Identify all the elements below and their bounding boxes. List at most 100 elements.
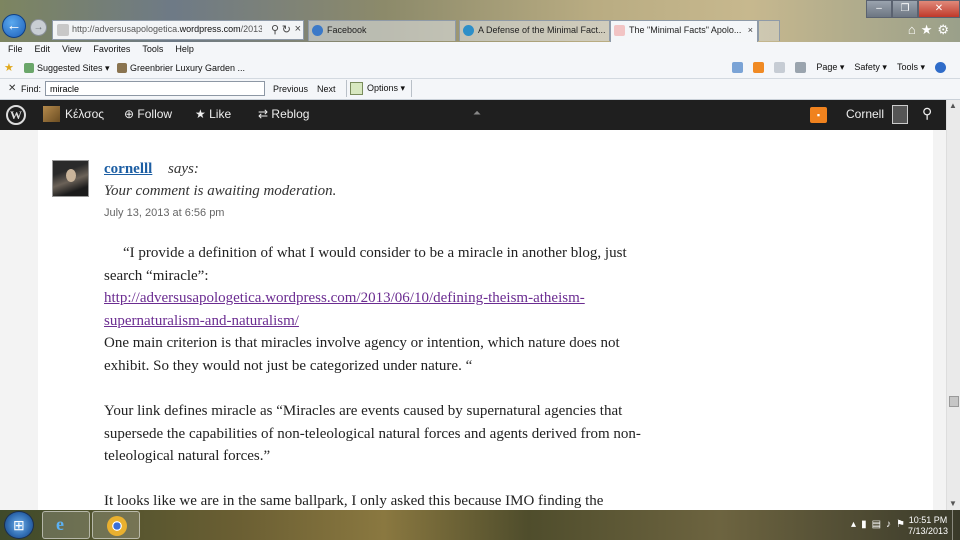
menu-help[interactable]: Help xyxy=(175,42,194,57)
clock-time: 10:51 PM xyxy=(908,515,948,525)
command-bar: Page ▾ Safety ▾ Tools ▾ xyxy=(722,62,946,73)
comment-paragraph: “I provide a definition of what I would … xyxy=(104,245,627,374)
commenter-avatar[interactable] xyxy=(52,160,89,197)
wordpress-admin-bar: W Κέλσος ⊕ Follow ★ Like ⇄ Reblog ⏶ ▪ Co… xyxy=(0,100,946,130)
page-content: cornelll says: Your comment is awaiting … xyxy=(0,130,946,510)
start-button[interactable]: ⊞ xyxy=(4,511,34,539)
feeds-icon[interactable] xyxy=(753,62,765,73)
comment-author-link[interactable]: cornelll xyxy=(104,161,152,178)
tools-menu[interactable]: Tools ▾ xyxy=(897,62,925,73)
collapse-bar-icon[interactable]: ⏶ xyxy=(473,108,481,119)
find-previous-button[interactable]: Previous xyxy=(273,84,308,94)
comment-date-link[interactable]: July 13, 2013 at 6:56 pm xyxy=(104,207,224,219)
tab-label: Facebook xyxy=(327,25,367,35)
favorites-star-icon[interactable]: ★ xyxy=(921,22,938,37)
tray-expand-icon[interactable]: ▴ xyxy=(851,519,861,530)
new-tab-button[interactable] xyxy=(758,20,780,41)
find-input[interactable] xyxy=(45,81,265,96)
window-controls: – ❐ ✕ xyxy=(866,0,960,18)
comment-paragraph: It looks like we are in the same ballpar… xyxy=(104,493,604,509)
site-favicon-icon xyxy=(57,24,69,36)
find-label: Find: xyxy=(21,84,42,94)
wordpress-logo-icon[interactable]: W xyxy=(6,105,26,125)
find-next-button[interactable]: Next xyxy=(317,84,336,94)
follow-button[interactable]: ⊕ Follow xyxy=(124,107,172,121)
find-bar: ✕ Find: Previous Next Options ▾ xyxy=(0,79,960,100)
taskbar-chrome[interactable] xyxy=(92,511,140,539)
menu-favorites[interactable]: Favorites xyxy=(93,42,130,57)
address-search-icon[interactable]: ⚲ xyxy=(271,23,279,36)
minimize-button[interactable]: – xyxy=(866,0,892,18)
menu-tools[interactable]: Tools xyxy=(142,42,163,57)
back-button[interactable]: ← xyxy=(2,14,26,38)
comment-paragraph: Your link defines miracle as “Miracles a… xyxy=(104,403,641,464)
page-scrollbar[interactable]: ▲ ▼ xyxy=(946,100,960,510)
back-arrow-icon: ← xyxy=(6,17,22,34)
definition-link[interactable]: http://adversusapologetica.wordpress.com… xyxy=(104,290,585,329)
moderation-notice: Your comment is awaiting moderation. xyxy=(104,183,337,199)
address-bar[interactable]: http://adversusapologetica.wordpress.com… xyxy=(52,20,304,40)
maximize-button[interactable]: ❐ xyxy=(892,0,918,18)
print-icon[interactable] xyxy=(795,62,807,73)
search-icon[interactable]: ⚲ xyxy=(922,105,932,122)
clock-date: 7/13/2013 xyxy=(907,526,948,536)
ie-icon: e xyxy=(56,514,64,534)
add-favorite-star-icon[interactable]: ★ xyxy=(4,61,14,74)
tab-facebook[interactable]: Facebook xyxy=(308,20,456,41)
volume-icon[interactable]: ♪ xyxy=(886,519,896,530)
wordpress-favicon-icon xyxy=(463,25,474,36)
site-thumbnail-icon xyxy=(43,106,60,122)
tab-close-icon[interactable]: × xyxy=(748,21,753,40)
user-menu[interactable]: Cornell xyxy=(846,107,884,121)
close-window-button[interactable]: ✕ xyxy=(918,0,960,18)
like-button[interactable]: ★ Like xyxy=(195,107,231,121)
menu-edit[interactable]: Edit xyxy=(35,42,51,57)
favorite-greenbrier[interactable]: Greenbrier Luxury Garden ... xyxy=(117,63,245,73)
user-avatar[interactable] xyxy=(892,105,908,124)
menu-file[interactable]: File xyxy=(8,42,23,57)
tab-label: The "Minimal Facts" Apolo... xyxy=(629,25,742,35)
reblog-button[interactable]: ⇄ Reblog xyxy=(258,107,309,121)
show-desktop-button[interactable] xyxy=(952,510,960,540)
scroll-down-icon[interactable]: ▼ xyxy=(949,499,957,508)
refresh-icon[interactable]: ↻ xyxy=(282,23,291,36)
settings-gear-icon[interactable]: ⚙ xyxy=(937,22,954,37)
site-favicon-icon xyxy=(117,63,127,73)
home-icon[interactable]: ⌂ xyxy=(908,22,921,37)
notifications-icon[interactable]: ▪ xyxy=(810,107,827,123)
favorites-bar: ★ Suggested Sites ▾ Greenbrier Luxury Ga… xyxy=(0,57,960,79)
tab-minimal-facts-active[interactable]: The "Minimal Facts" Apolo... × xyxy=(610,20,758,42)
help-icon[interactable] xyxy=(935,62,946,73)
home-command-icon[interactable] xyxy=(732,62,744,73)
site-name-link[interactable]: Κέλσος xyxy=(43,106,104,122)
comment-says: says: xyxy=(168,161,199,177)
star-icon: ★ xyxy=(195,107,206,121)
tab-defense-minimal-facts[interactable]: A Defense of the Minimal Fact... xyxy=(459,20,610,41)
stop-icon[interactable]: × xyxy=(295,23,301,35)
taskbar-internet-explorer[interactable]: e xyxy=(42,511,90,539)
forward-button[interactable]: → xyxy=(30,19,47,36)
safety-menu[interactable]: Safety ▾ xyxy=(854,62,887,73)
highlight-icon xyxy=(350,82,363,95)
taskbar-clock[interactable]: 10:51 PM 7/13/2013 xyxy=(908,515,948,537)
system-tray: ▴▮▤♪⚑ xyxy=(851,519,910,530)
address-url[interactable]: http://adversusapologetica.wordpress.com… xyxy=(72,24,262,34)
find-close-icon[interactable]: ✕ xyxy=(8,83,16,94)
reblog-icon: ⇄ xyxy=(258,107,269,121)
find-options-button[interactable]: Options ▾ xyxy=(346,80,413,97)
favorite-suggested-sites[interactable]: Suggested Sites ▾ xyxy=(24,63,110,74)
forward-arrow-icon: → xyxy=(33,22,44,33)
scroll-up-icon[interactable]: ▲ xyxy=(949,101,957,110)
menu-view[interactable]: View xyxy=(62,42,81,57)
page-menu[interactable]: Page ▾ xyxy=(816,62,844,73)
windows-logo-icon: ⊞ xyxy=(13,517,25,533)
scroll-thumb[interactable] xyxy=(949,396,959,407)
site-favicon-icon xyxy=(614,25,625,36)
network-icon[interactable]: ▤ xyxy=(872,519,886,530)
suggested-sites-icon xyxy=(24,63,34,73)
menu-bar: File Edit View Favorites Tools Help xyxy=(0,42,960,57)
tab-label: A Defense of the Minimal Fact... xyxy=(478,25,606,35)
plus-icon: ⊕ xyxy=(124,107,135,121)
read-mail-icon[interactable] xyxy=(774,62,786,73)
tray-app-icon[interactable]: ▮ xyxy=(861,519,872,530)
